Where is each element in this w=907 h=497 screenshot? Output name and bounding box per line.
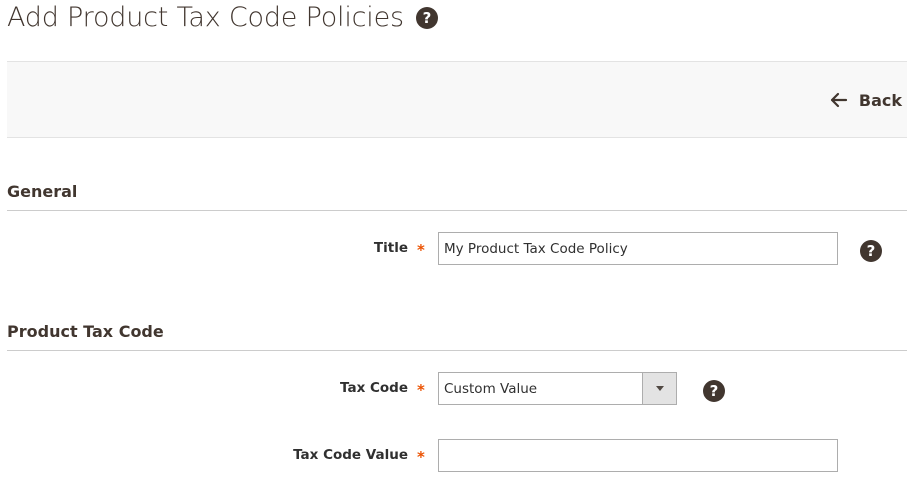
arrow-left-icon: [830, 92, 847, 108]
title-input[interactable]: [438, 232, 838, 265]
section-title-product-tax-code: Product Tax Code: [7, 322, 907, 351]
tax-code-selected-value: Custom Value: [444, 380, 538, 397]
required-marker: *: [417, 381, 425, 399]
tax-code-select[interactable]: Custom Value: [438, 372, 677, 405]
question-circle-icon[interactable]: ?: [703, 380, 725, 402]
title-field-label: Title: [373, 240, 408, 256]
section-title-general: General: [7, 182, 907, 211]
back-button[interactable]: Back: [830, 88, 902, 112]
page-title: Add Product Tax Code Policies: [7, 2, 404, 33]
question-circle-icon[interactable]: ?: [416, 7, 438, 29]
tax-code-value-field-label: Tax Code Value: [293, 447, 408, 463]
question-circle-icon[interactable]: ?: [860, 240, 882, 262]
required-marker: *: [417, 241, 425, 259]
tax-code-field-label: Tax Code: [340, 380, 408, 396]
chevron-down-icon[interactable]: [642, 373, 676, 404]
back-button-label: Back: [858, 90, 902, 110]
page-actions-bar: Back: [7, 61, 907, 138]
required-marker: *: [417, 448, 425, 466]
tax-code-value-input[interactable]: [438, 439, 838, 472]
